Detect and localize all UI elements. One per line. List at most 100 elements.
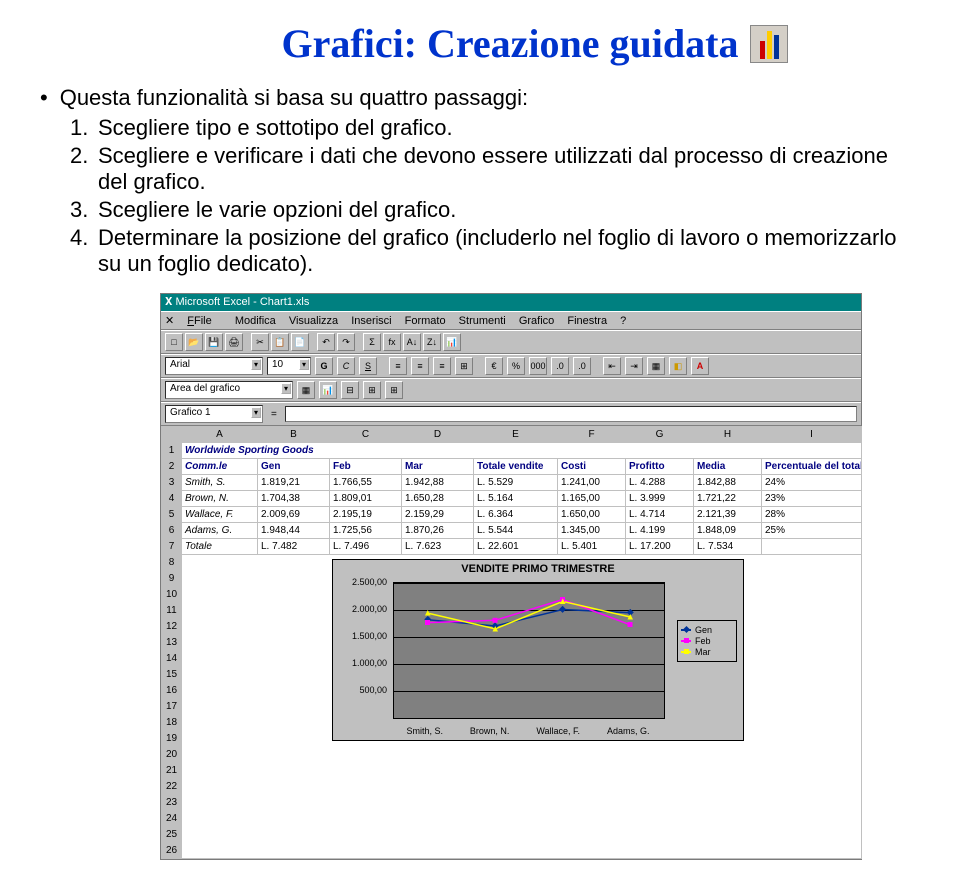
cell[interactable]: L. 5.544 [474,523,558,539]
cell[interactable]: 1.870,26 [402,523,474,539]
print-icon[interactable]: 🖨 [225,333,243,351]
cell[interactable]: Mar [402,459,474,475]
cell[interactable]: 24% [762,475,862,491]
col-header[interactable]: D [402,427,474,443]
cell[interactable]: 1.842,88 [694,475,762,491]
row-header[interactable]: 5 [162,507,182,523]
undo-icon[interactable]: ↶ [317,333,335,351]
row-header[interactable]: 12 [162,619,182,635]
cell[interactable]: 1.725,56 [330,523,402,539]
align-left-icon[interactable]: ≡ [389,357,407,375]
cell[interactable]: Costi [558,459,626,475]
cell[interactable]: 1.942,88 [402,475,474,491]
corner-cell[interactable] [162,427,182,443]
col-header[interactable]: G [626,427,694,443]
cell[interactable]: 1.165,00 [558,491,626,507]
font-color-icon[interactable]: A [691,357,709,375]
cut-icon[interactable]: ✂ [251,333,269,351]
row-header[interactable]: 26 [162,843,182,859]
fx-icon[interactable]: fx [383,333,401,351]
row-header[interactable]: 15 [162,667,182,683]
close-icon[interactable]: ✕ [165,315,174,327]
cell[interactable]: L. 4.714 [626,507,694,523]
indent-dec-icon[interactable]: ⇤ [603,357,621,375]
align-right-icon[interactable]: ≡ [433,357,451,375]
menu-formato[interactable]: Formato [405,315,446,327]
chart-type-icon[interactable]: 📊 [319,381,337,399]
col-header[interactable]: H [694,427,762,443]
col-header[interactable]: C [330,427,402,443]
col-header[interactable]: I [762,427,862,443]
menu-finestra[interactable]: Finestra [567,315,607,327]
sort-asc-icon[interactable]: A↓ [403,333,421,351]
by-col-icon[interactable]: ⊞ [363,381,381,399]
cell[interactable]: 1.819,21 [258,475,330,491]
embedded-chart[interactable]: VENDITE PRIMO TRIMESTRE 2.500,00 2.000,0… [332,559,744,741]
col-header[interactable]: E [474,427,558,443]
open-icon[interactable]: 📂 [185,333,203,351]
row-header[interactable]: 11 [162,603,182,619]
cell[interactable]: Comm.le [182,459,258,475]
currency-icon[interactable]: € [485,357,503,375]
col-header[interactable]: F [558,427,626,443]
legend[interactable]: Gen Feb Mar [677,620,737,662]
row-header[interactable]: 8 [162,555,182,571]
cell[interactable]: L. 22.601 [474,539,558,555]
chart-area-combo[interactable]: Area del grafico [165,381,293,399]
cell[interactable]: 1.848,09 [694,523,762,539]
row-header[interactable]: 23 [162,795,182,811]
cell[interactable]: 2.159,29 [402,507,474,523]
cell[interactable]: Wallace, F. [182,507,258,523]
thousands-icon[interactable]: 000 [529,357,547,375]
format-obj-icon[interactable]: ▦ [297,381,315,399]
row-header[interactable]: 1 [162,443,182,459]
cell[interactable]: L. 7.496 [330,539,402,555]
merge-icon[interactable]: ⊞ [455,357,473,375]
chart-cell[interactable]: VENDITE PRIMO TRIMESTRE 2.500,00 2.000,0… [182,555,862,859]
new-icon[interactable]: □ [165,333,183,351]
by-row-icon[interactable]: ⊟ [341,381,359,399]
spreadsheet[interactable]: A B C D E F G H I 1Worldwide Sporting Go… [161,426,862,859]
cell[interactable]: L. 3.999 [626,491,694,507]
cell[interactable]: L. 4.199 [626,523,694,539]
italic-icon[interactable]: C [337,357,355,375]
cell[interactable]: L. 5.164 [474,491,558,507]
cell[interactable]: Profitto [626,459,694,475]
cell[interactable]: 1.345,00 [558,523,626,539]
plot-area[interactable] [393,582,665,719]
col-header[interactable]: A [182,427,258,443]
row-header[interactable]: 2 [162,459,182,475]
cell[interactable]: 28% [762,507,862,523]
save-icon[interactable]: 💾 [205,333,223,351]
inc-dec-icon[interactable]: .0 [551,357,569,375]
cell[interactable]: L. 5.401 [558,539,626,555]
cell[interactable]: 1.948,44 [258,523,330,539]
col-header[interactable]: B [258,427,330,443]
cell[interactable]: Worldwide Sporting Goods [182,443,862,459]
menu-grafico[interactable]: Grafico [519,315,554,327]
sum-icon[interactable]: Σ [363,333,381,351]
paste-icon[interactable]: 📄 [291,333,309,351]
row-header[interactable]: 16 [162,683,182,699]
cell[interactable]: 23% [762,491,862,507]
cell[interactable]: 1.704,38 [258,491,330,507]
row-header[interactable]: 7 [162,539,182,555]
cell[interactable]: Smith, S. [182,475,258,491]
formula-bar[interactable] [285,406,857,422]
cell[interactable]: 2.195,19 [330,507,402,523]
cell[interactable]: 1.721,22 [694,491,762,507]
cell[interactable] [762,539,862,555]
cell[interactable]: 25% [762,523,862,539]
row-header[interactable]: 14 [162,651,182,667]
indent-inc-icon[interactable]: ⇥ [625,357,643,375]
cell[interactable]: 1.809,01 [330,491,402,507]
cell[interactable]: Totale [182,539,258,555]
percent-icon[interactable]: % [507,357,525,375]
row-header[interactable]: 9 [162,571,182,587]
name-box[interactable]: Grafico 1 [165,405,263,423]
menu-visualizza[interactable]: Visualizza [289,315,338,327]
cell[interactable]: L. 17.200 [626,539,694,555]
row-header[interactable]: 17 [162,699,182,715]
fill-color-icon[interactable]: ◧ [669,357,687,375]
row-header[interactable]: 18 [162,715,182,731]
